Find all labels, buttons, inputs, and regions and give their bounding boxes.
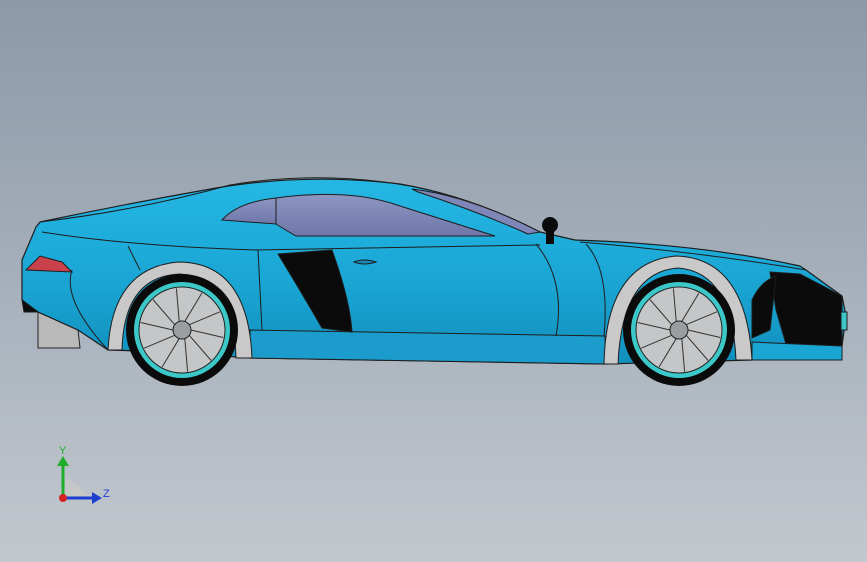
graphics-viewport[interactable]: Y Z <box>0 0 867 562</box>
cad-scene[interactable]: Y Z <box>0 0 867 562</box>
triad-y-label: Y <box>59 445 67 457</box>
triad-x-dot <box>59 494 67 502</box>
triad-y-arrow <box>57 456 69 466</box>
car-model[interactable] <box>21 177 848 386</box>
door-handle <box>352 259 378 265</box>
rear-wheel <box>126 274 238 386</box>
hub <box>172 320 192 340</box>
front-wheel <box>623 274 735 386</box>
triad-z-label: Z <box>103 488 110 500</box>
front-light <box>840 311 848 331</box>
hub <box>669 320 689 340</box>
triad-plane <box>65 476 90 496</box>
side-sill <box>249 329 607 365</box>
triad-z-arrow <box>92 492 102 504</box>
orientation-triad[interactable]: Y Z <box>57 445 110 504</box>
